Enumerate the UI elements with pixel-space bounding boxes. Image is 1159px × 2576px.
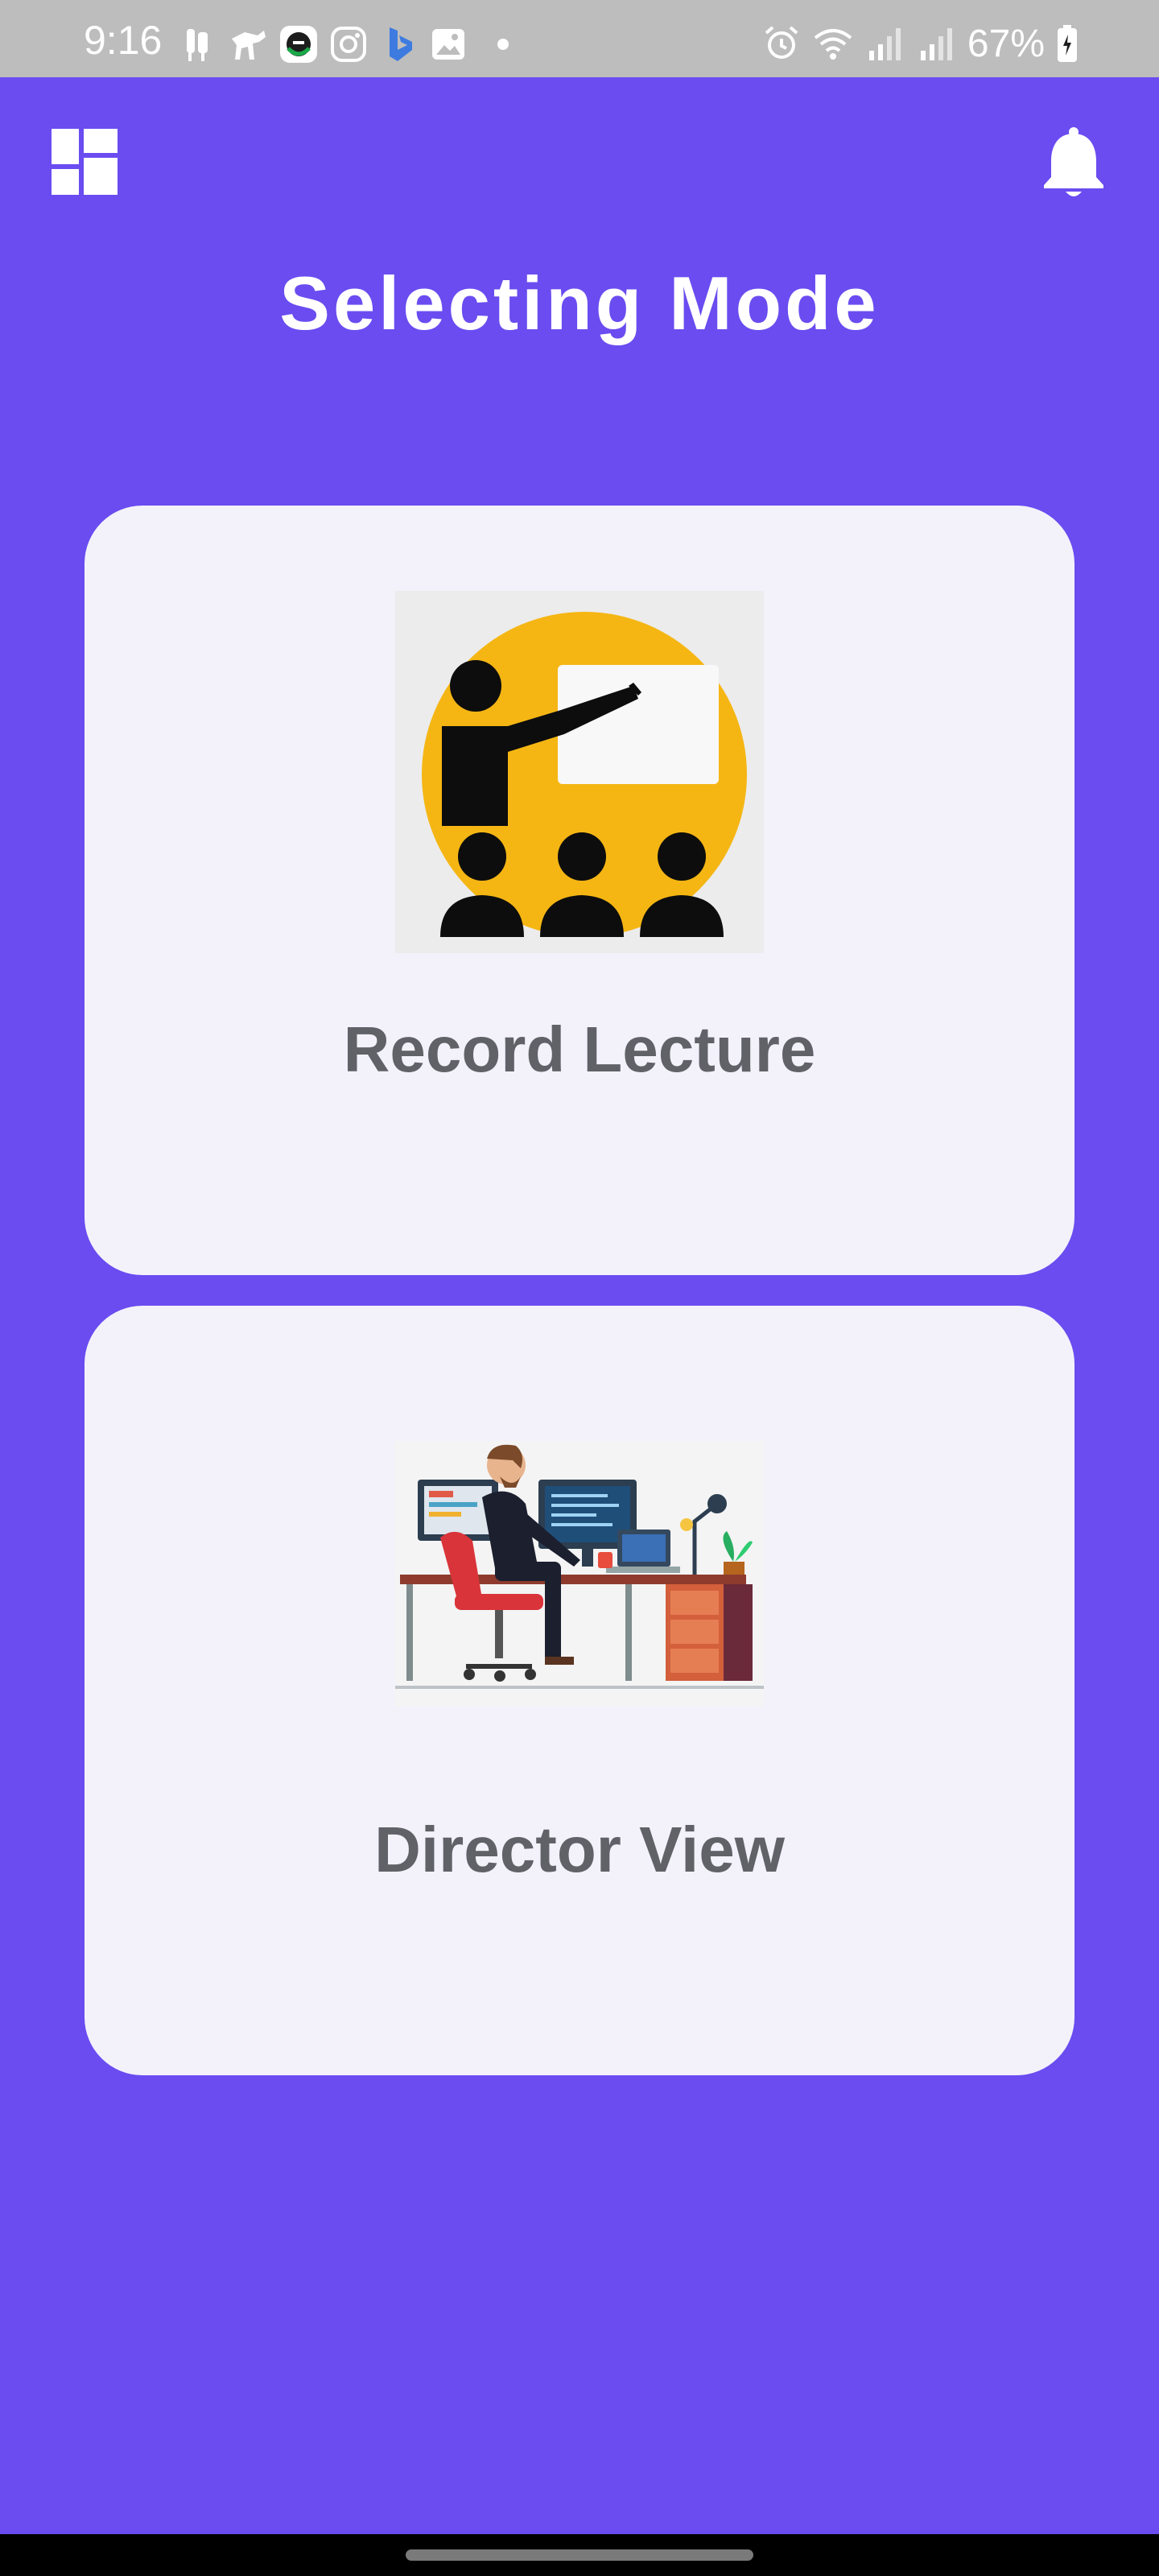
record-lecture-card[interactable]: Record Lecture [85, 506, 1074, 1275]
bell-icon[interactable] [1041, 126, 1106, 201]
status-bar: 9:16 67% [0, 0, 1159, 77]
dog-walk-icon [232, 31, 266, 60]
home-gesture-handle[interactable] [406, 2549, 753, 2561]
battery-percentage: 67% [967, 22, 1045, 65]
instagram-icon [331, 27, 366, 62]
gallery-icon [432, 29, 464, 60]
dashboard-icon[interactable] [52, 129, 118, 195]
alarm-icon [765, 26, 798, 59]
notification-icons [179, 23, 509, 66]
signal-icon [920, 28, 952, 60]
page-title: Selecting Mode [279, 261, 880, 345]
director-illustration [395, 1441, 764, 1707]
battery-icon [1058, 25, 1077, 62]
more-notifications-dot [497, 39, 509, 50]
stroller-icon [187, 29, 208, 61]
app-e-icon [280, 26, 317, 63]
signal-icon [868, 28, 901, 60]
system-icons: 67% [761, 21, 1079, 66]
director-view-label: Director View [374, 1814, 785, 1885]
director-view-card[interactable]: Director View [85, 1306, 1074, 2075]
lecture-illustration [395, 591, 764, 953]
wifi-icon [814, 29, 852, 60]
record-lecture-label: Record Lecture [343, 1013, 816, 1085]
status-time: 9:16 [84, 18, 163, 63]
bing-icon [390, 27, 412, 61]
